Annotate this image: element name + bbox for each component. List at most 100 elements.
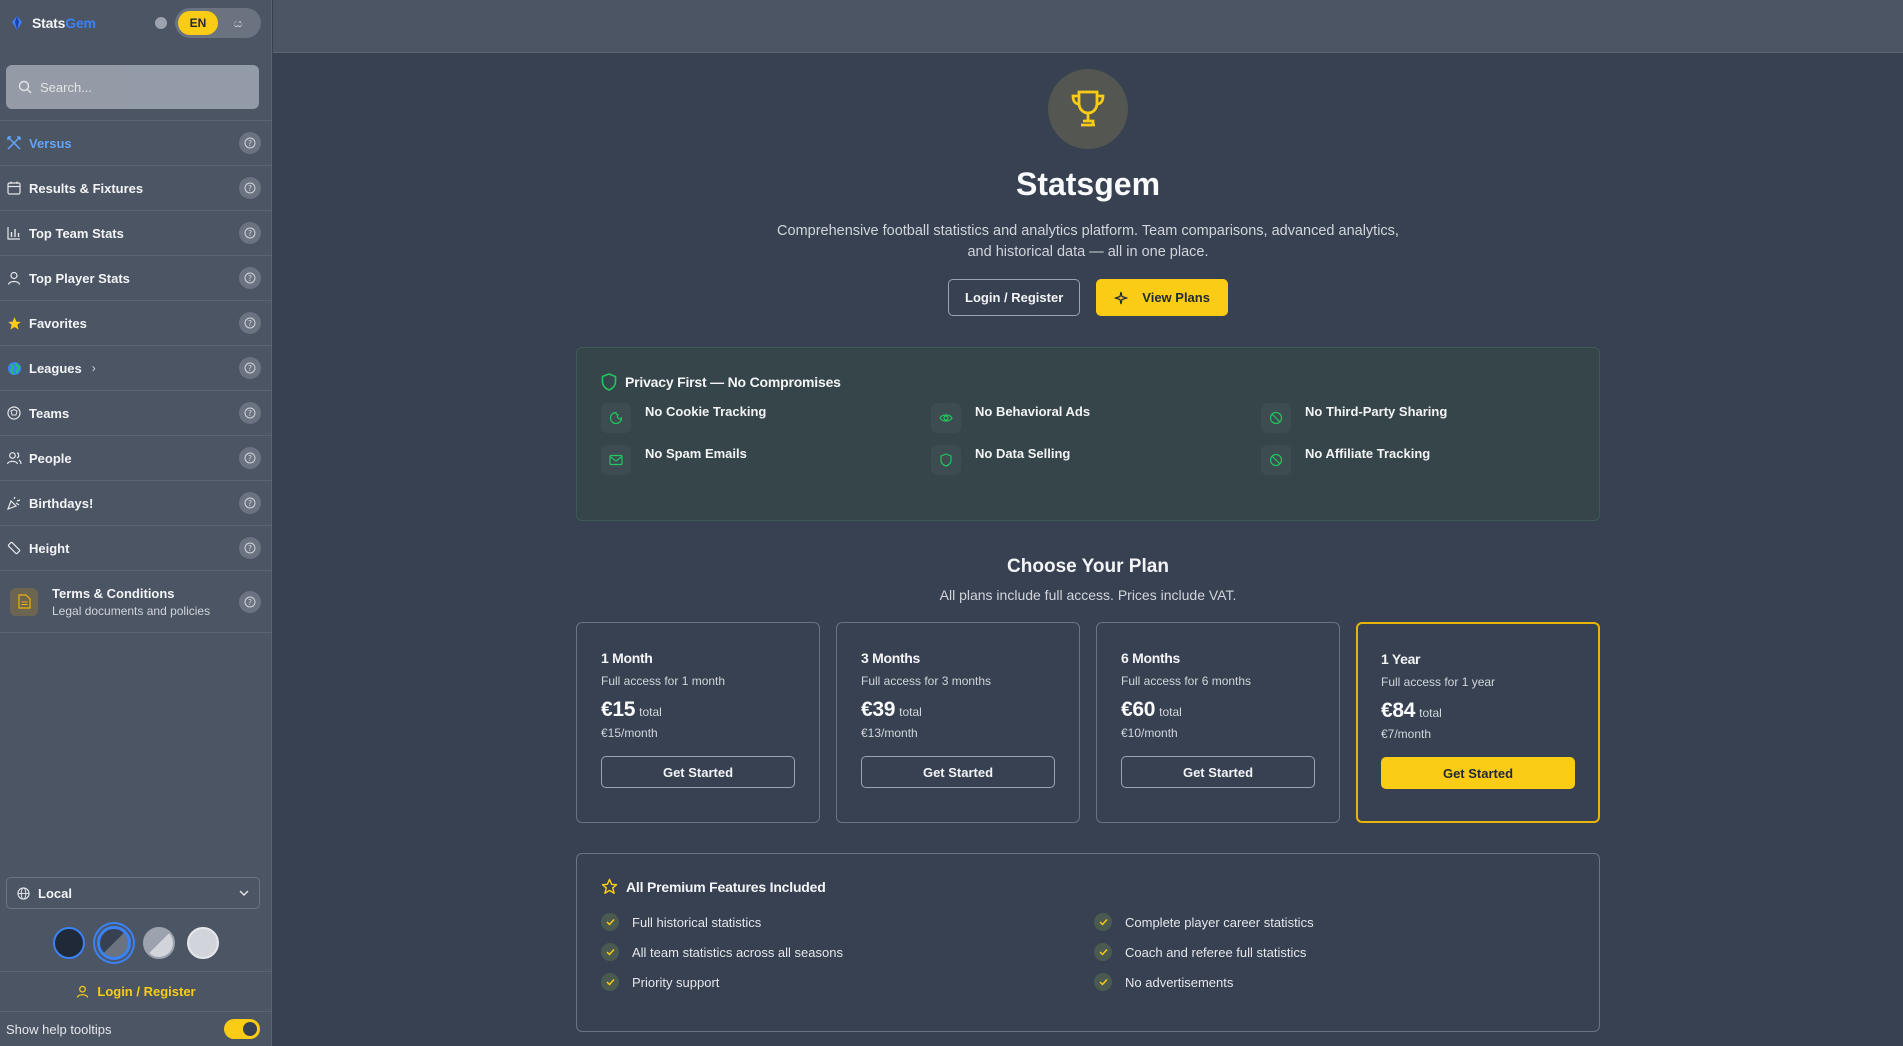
chevron-down-icon (239, 890, 249, 896)
theme-slate-swatch[interactable] (97, 925, 131, 960)
help-icon[interactable]: ? (239, 447, 261, 469)
plans-grid: 1 Month Full access for 1 month €15 total… (576, 622, 1600, 823)
sidebar-item-leagues[interactable]: Leagues › ? (0, 346, 271, 391)
features-list: Full historical statistics Complete play… (601, 913, 1575, 991)
ban-icon (1261, 445, 1291, 475)
sidebar-item-label: Versus (29, 135, 72, 151)
help-icon[interactable]: ? (239, 267, 261, 289)
search-icon (18, 80, 32, 94)
lang-en-option[interactable]: EN (178, 11, 218, 35)
help-icon[interactable]: ? (239, 590, 261, 613)
status-dot-icon (155, 17, 167, 29)
shield-icon (931, 445, 961, 475)
view-plans-button[interactable]: View Plans (1096, 279, 1228, 316)
sidebar-header: StatsGem EN ය (0, 0, 271, 46)
theme-picker (0, 914, 272, 972)
sidebar-item-versus[interactable]: Versus ? (0, 121, 271, 166)
privacy-item-label: No Affiliate Tracking (1305, 446, 1431, 461)
theme-light-swatch[interactable] (187, 926, 219, 959)
svg-text:?: ? (248, 319, 252, 328)
plan-monthly-price: €15/month (601, 726, 658, 740)
login-register-button[interactable]: Login / Register (948, 279, 1081, 316)
help-icon[interactable]: ? (239, 402, 261, 424)
theme-dim-swatch[interactable] (143, 926, 175, 959)
svg-text:?: ? (248, 409, 252, 418)
feature-item: Complete player career statistics (1094, 913, 1587, 931)
feature-label: Coach and referee full statistics (1125, 944, 1307, 960)
help-icon[interactable]: ? (239, 312, 261, 334)
sidebar-footer: Local Login / Register Show help tooltip… (0, 877, 272, 1046)
trophy-icon (1048, 69, 1128, 149)
plan-price: €39 total (861, 698, 1055, 722)
sidebar-item-favorites[interactable]: Favorites ? (0, 301, 271, 346)
chevron-right-icon[interactable]: › (92, 361, 96, 375)
get-started-button[interactable]: Get Started (861, 756, 1055, 788)
tooltips-label: Show help tooltips (6, 1021, 112, 1037)
privacy-list: No Cookie Tracking No Behavioral Ads No … (601, 403, 1575, 475)
svg-text:?: ? (248, 364, 252, 373)
feature-label: Complete player career statistics (1125, 914, 1314, 930)
globe-icon (17, 886, 30, 900)
star-outline-icon (601, 878, 618, 894)
help-icon[interactable]: ? (239, 177, 261, 199)
timezone-value: Local (38, 885, 72, 901)
bar-chart-icon (6, 225, 22, 241)
plan-price-amount: €60 (1121, 698, 1156, 721)
sidebar-item-label: Birthdays! (29, 495, 94, 511)
sidebar-item-teams[interactable]: Teams ? (0, 391, 271, 436)
sidebar-item-label: Top Player Stats (29, 270, 130, 286)
plan-description: Full access for 3 months (861, 674, 992, 688)
help-icon[interactable]: ? (239, 132, 261, 154)
terms-text: Terms & Conditions Legal documents and p… (52, 586, 210, 618)
sidebar-login-button[interactable]: Login / Register (0, 972, 272, 1012)
top-bar (273, 0, 1903, 53)
users-icon (6, 450, 22, 466)
sidebar-item-terms[interactable]: Terms & Conditions Legal documents and p… (0, 571, 271, 633)
help-icon[interactable]: ? (239, 492, 261, 514)
help-icon[interactable]: ? (239, 537, 261, 559)
get-started-button[interactable]: Get Started (1121, 756, 1315, 788)
feature-item: Full historical statistics (601, 913, 1094, 931)
help-icon[interactable]: ? (239, 222, 261, 244)
document-icon (10, 587, 38, 616)
privacy-item: No Affiliate Tracking (1261, 445, 1591, 475)
plan-price: €15 total (601, 698, 795, 722)
mail-icon (601, 445, 631, 475)
sidebar-item-people[interactable]: People ? (0, 436, 271, 481)
terms-subtitle: Legal documents and policies (52, 603, 211, 618)
sidebar-item-height[interactable]: Height ? (0, 526, 271, 571)
svg-text:?: ? (248, 499, 252, 508)
language-switch[interactable]: EN ය (175, 8, 261, 38)
help-icon[interactable]: ? (239, 357, 261, 379)
theme-dark-swatch[interactable] (53, 926, 85, 959)
search-box[interactable] (6, 65, 259, 109)
ban-icon (1261, 403, 1291, 433)
plan-name: 3 Months (861, 650, 921, 666)
sidebar-item-top-player-stats[interactable]: Top Player Stats ? (0, 256, 271, 301)
tooltips-toggle[interactable] (224, 1019, 260, 1039)
privacy-item-label: No Spam Emails (645, 446, 747, 461)
plan-name: 1 Month (601, 650, 653, 666)
plan-card-6-months: 6 Months Full access for 6 months €60 tot… (1096, 622, 1340, 823)
sidebar-item-results-fixtures[interactable]: Results & Fixtures ? (0, 166, 271, 211)
plan-description: Full access for 1 year (1381, 675, 1496, 689)
sidebar-item-birthdays[interactable]: Birthdays! ? (0, 481, 271, 526)
brand-logo[interactable]: StatsGem (32, 15, 96, 31)
feature-item: Priority support (601, 973, 1094, 991)
get-started-button[interactable]: Get Started (1381, 757, 1575, 789)
search-input[interactable] (40, 79, 240, 95)
privacy-panel: Privacy First — No Compromises No Cookie… (576, 347, 1600, 521)
privacy-item: No Spam Emails (601, 445, 931, 475)
sidebar-item-label: Teams (29, 405, 70, 421)
eye-icon (931, 403, 961, 433)
privacy-item-label: No Third-Party Sharing (1305, 404, 1448, 419)
timezone-select[interactable]: Local (6, 877, 260, 909)
plan-monthly-price: €13/month (861, 726, 918, 740)
privacy-header: Privacy First — No Compromises (601, 373, 1575, 391)
brand-part2: Gem (65, 15, 96, 31)
privacy-item: No Behavioral Ads (931, 403, 1261, 433)
lang-sinhala-option[interactable]: ය (218, 16, 258, 31)
get-started-button[interactable]: Get Started (601, 756, 795, 788)
privacy-item-label: No Behavioral Ads (975, 404, 1091, 419)
sidebar-item-top-team-stats[interactable]: Top Team Stats ? (0, 211, 271, 256)
